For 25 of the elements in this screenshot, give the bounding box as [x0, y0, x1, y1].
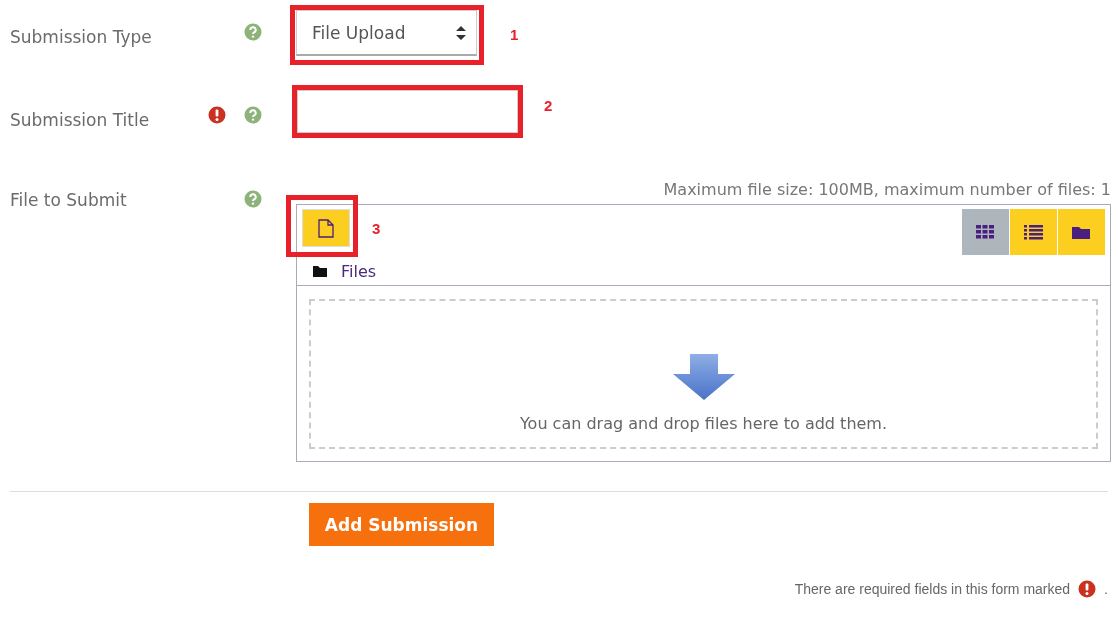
grid-icon: [975, 224, 994, 238]
file-icon: [318, 218, 334, 238]
drop-hint-text: You can drag and drop files here to add them.: [519, 414, 888, 433]
folder-icon: [313, 265, 327, 277]
file-limits-text: Maximum file size: 100MB, maximum number of files: 1: [662, 180, 1111, 199]
down-arrow-icon: [672, 354, 735, 400]
annotation-number: 1: [510, 26, 519, 43]
field-label: File to Submit: [10, 190, 128, 210]
folder-icon: [1071, 226, 1090, 239]
period-text: .: [1104, 581, 1108, 597]
folder-path-link[interactable]: Files: [341, 261, 377, 281]
required-note: There are required fields in this form marked: [794, 581, 1071, 597]
required-icon: [1078, 580, 1097, 598]
view-button[interactable]: [1058, 209, 1105, 255]
annotation-number: 3: [372, 220, 381, 237]
annotation-number: 2: [544, 97, 553, 114]
view-button[interactable]: [962, 209, 1009, 255]
add-file-button[interactable]: [302, 209, 350, 247]
view-button[interactable]: [1010, 209, 1057, 255]
field-label: Submission Type: [10, 27, 153, 47]
sort-icon: [456, 25, 466, 40]
field-label: Submission Title: [10, 110, 151, 130]
submission-type-select[interactable]: File Upload: [296, 10, 477, 56]
annotation-frame: [286, 195, 358, 257]
list-icon: [1023, 224, 1043, 239]
